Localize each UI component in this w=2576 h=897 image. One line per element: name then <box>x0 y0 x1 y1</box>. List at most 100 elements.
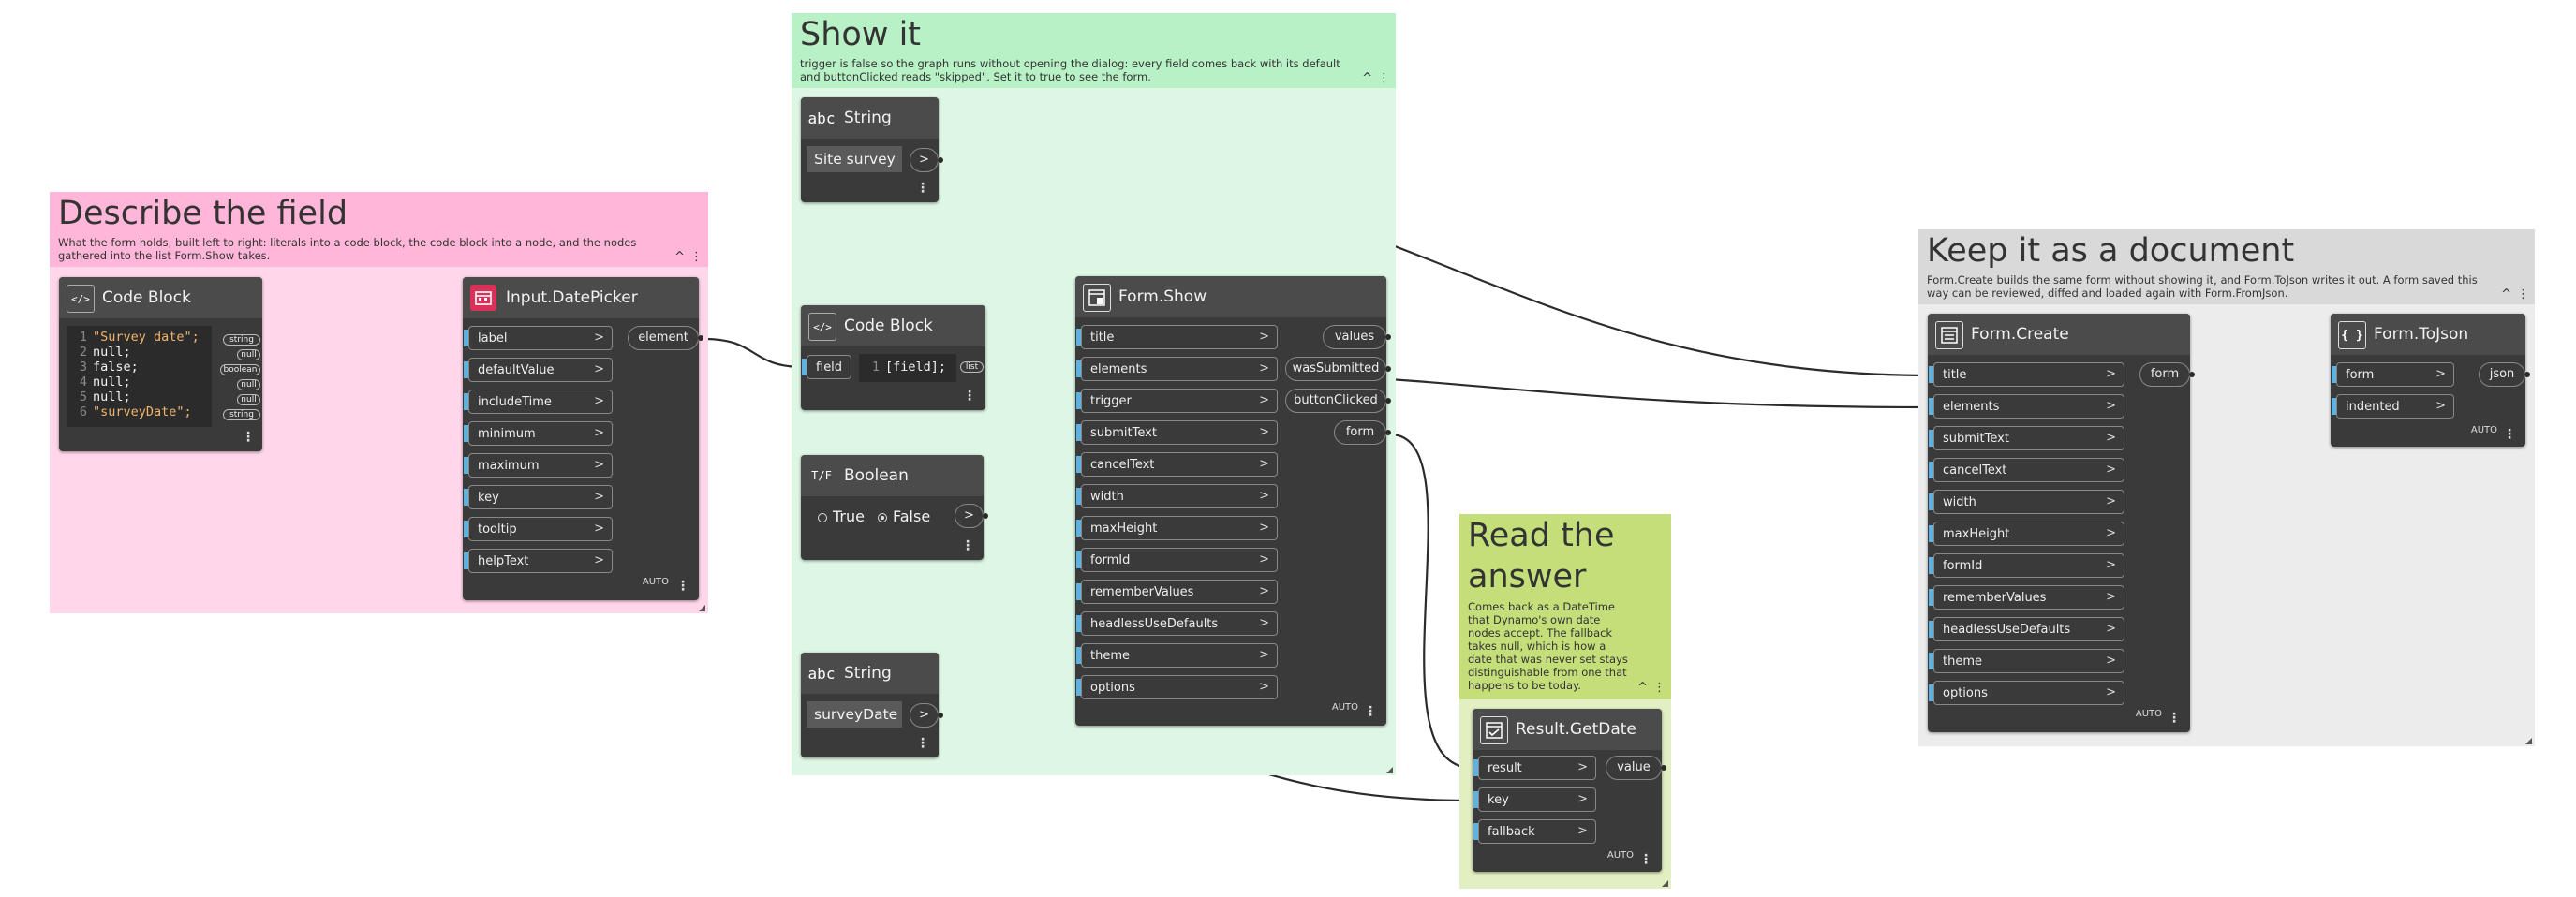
input-port-key[interactable]: key > <box>1473 787 1596 812</box>
output-port-string[interactable]: > <box>910 703 943 728</box>
more-menu-icon[interactable]: ⋮ <box>1653 681 1666 695</box>
input-port-tooltip[interactable]: tooltip > <box>464 517 613 541</box>
node-menu-icon[interactable]: ⋮ <box>961 539 974 552</box>
node-header[interactable]: T/F Boolean <box>801 455 984 496</box>
resize-handle-icon[interactable] <box>699 605 705 611</box>
node-header[interactable]: abc String <box>801 97 939 139</box>
output-port-values[interactable]: values <box>1323 325 1391 349</box>
input-port-indented[interactable]: indented > <box>2332 394 2454 419</box>
input-port-elements[interactable]: elements > <box>1929 394 2124 419</box>
output-type-tag[interactable]: string <box>223 409 260 420</box>
node-menu-icon[interactable]: ⋮ <box>2168 712 2181 725</box>
input-port-maximum[interactable]: maximum > <box>464 453 613 478</box>
output-port-element[interactable]: element <box>628 326 703 350</box>
node-header[interactable]: Form.Show <box>1075 276 1386 317</box>
group-controls[interactable]: ^ ⋮ <box>669 250 703 264</box>
node-header[interactable]: { } Form.ToJson <box>2331 314 2525 355</box>
input-port-fallback[interactable]: fallback > <box>1473 819 1596 844</box>
output-type-tag[interactable]: null <box>237 379 260 390</box>
input-port-maxheight[interactable]: maxHeight > <box>1929 522 2124 546</box>
form-create-node[interactable]: Form.Create title > elements > submitText > ca… <box>1928 314 2195 732</box>
output-type-tag[interactable]: null <box>237 394 260 405</box>
form-tojson-node[interactable]: { } Form.ToJson form > indented > json AUT… <box>2331 314 2530 447</box>
input-port-defaultvalue[interactable]: defaultValue > <box>464 358 613 382</box>
input-port-result[interactable]: result > <box>1473 756 1596 780</box>
input-port-trigger[interactable]: trigger > <box>1076 389 1278 413</box>
node-menu-icon[interactable]: ⋮ <box>916 182 929 195</box>
node-menu-icon[interactable]: ⋮ <box>963 390 976 403</box>
output-port-wassubmitted[interactable]: wasSubmitted <box>1285 357 1391 381</box>
node-header[interactable]: </> Code Block <box>801 305 985 346</box>
resize-handle-icon[interactable] <box>1386 767 1393 773</box>
input-port-title[interactable]: title > <box>1076 325 1278 349</box>
output-port-bool[interactable]: > <box>955 504 988 528</box>
code-block-node[interactable]: </> Code Block 1 "Survey date"; 2 null; 3f… <box>59 277 262 451</box>
node-menu-icon[interactable]: ⋮ <box>916 737 929 750</box>
input-port-width[interactable]: width > <box>1076 484 1278 508</box>
code-block-node-list[interactable]: </> Code Block field 1 [field]; list ⋮ <box>801 305 985 410</box>
group-controls[interactable]: ^ ⋮ <box>1356 71 1390 85</box>
input-port-maxheight[interactable]: maxHeight > <box>1076 516 1278 540</box>
node-menu-icon[interactable]: ⋮ <box>2503 428 2516 441</box>
input-port-formid[interactable]: formId > <box>1076 548 1278 572</box>
input-port-minimum[interactable]: minimum > <box>464 421 613 446</box>
input-port-canceltext[interactable]: cancelText > <box>1076 452 1278 477</box>
output-port-form[interactable]: form <box>2139 362 2195 387</box>
resize-handle-icon[interactable] <box>2525 738 2532 744</box>
string-value-input[interactable]: surveyDate <box>807 701 902 728</box>
string-node-key[interactable]: abc String surveyDate > ⋮ <box>801 653 943 757</box>
input-port-remembervalues[interactable]: rememberValues > <box>1929 585 2124 610</box>
node-menu-icon[interactable]: ⋮ <box>1639 853 1652 866</box>
input-port-formid[interactable]: formId > <box>1929 553 2124 578</box>
input-port-title[interactable]: title > <box>1929 362 2124 387</box>
input-port-theme[interactable]: theme > <box>1076 643 1278 668</box>
more-menu-icon[interactable]: ⋮ <box>2517 287 2529 301</box>
input-port-elements[interactable]: elements > <box>1076 357 1278 381</box>
node-header[interactable]: Input.DatePicker <box>463 277 699 318</box>
collapse-icon[interactable]: ^ <box>674 250 685 264</box>
more-menu-icon[interactable]: ⋮ <box>1378 71 1390 85</box>
input-port-options[interactable]: options > <box>1076 675 1278 699</box>
input-port-headlessusedefaults[interactable]: headlessUseDefaults > <box>1929 617 2124 641</box>
input-port-headlessusedefaults[interactable]: headlessUseDefaults > <box>1076 611 1278 636</box>
input-datepicker-node[interactable]: Input.DatePicker label > defaultValue > in… <box>463 277 703 600</box>
code-editor[interactable]: 1 [field]; <box>859 354 956 382</box>
output-port-value[interactable]: value <box>1606 756 1666 780</box>
form-show-node[interactable]: Form.Show title > elements > trigger > submitT… <box>1075 276 1391 726</box>
input-port-includetime[interactable]: includeTime > <box>464 390 613 414</box>
input-port-submittext[interactable]: submitText > <box>1929 426 2124 450</box>
output-type-tag[interactable]: null <box>237 349 260 360</box>
input-port-options[interactable]: options > <box>1929 681 2124 705</box>
node-header[interactable]: Form.Create <box>1928 314 2190 355</box>
input-port-theme[interactable]: theme > <box>1929 649 2124 673</box>
collapse-icon[interactable]: ^ <box>1637 681 1648 695</box>
group-controls[interactable]: ^ ⋮ <box>2495 287 2529 301</box>
more-menu-icon[interactable]: ⋮ <box>690 250 703 264</box>
output-port-buttonclicked[interactable]: buttonClicked <box>1285 389 1391 413</box>
string-value-input[interactable]: Site survey <box>807 146 902 172</box>
node-header[interactable]: Result.GetDate <box>1473 709 1662 750</box>
node-header[interactable]: </> Code Block <box>59 277 262 318</box>
input-port-form[interactable]: form > <box>2332 362 2454 387</box>
resize-handle-icon[interactable] <box>1662 880 1668 887</box>
node-menu-icon[interactable]: ⋮ <box>676 580 689 593</box>
result-getdate-node[interactable]: Result.GetDate result > key > fallback > va… <box>1473 709 1666 872</box>
node-header[interactable]: abc String <box>801 653 939 694</box>
boolean-node[interactable]: T/F Boolean True False > ⋮ <box>801 455 988 560</box>
input-port-field[interactable]: field <box>802 355 851 379</box>
radio-false[interactable]: False <box>878 507 930 525</box>
radio-true[interactable]: True <box>818 507 865 525</box>
input-port-label[interactable]: label > <box>464 326 613 350</box>
output-type-tag[interactable]: boolean <box>220 364 260 375</box>
node-menu-icon[interactable]: ⋮ <box>1364 705 1377 718</box>
group-controls[interactable]: ^ ⋮ <box>1632 681 1666 695</box>
input-port-canceltext[interactable]: cancelText > <box>1929 458 2124 482</box>
collapse-icon[interactable]: ^ <box>2501 287 2511 301</box>
collapse-icon[interactable]: ^ <box>1362 71 1372 85</box>
input-port-submittext[interactable]: submitText > <box>1076 420 1278 445</box>
output-type-tag[interactable]: list <box>960 361 984 373</box>
output-port-json[interactable]: json <box>2479 362 2530 387</box>
input-port-key[interactable]: key > <box>464 485 613 509</box>
output-type-tag[interactable]: string <box>223 334 260 346</box>
input-port-helptext[interactable]: helpText > <box>464 549 613 573</box>
